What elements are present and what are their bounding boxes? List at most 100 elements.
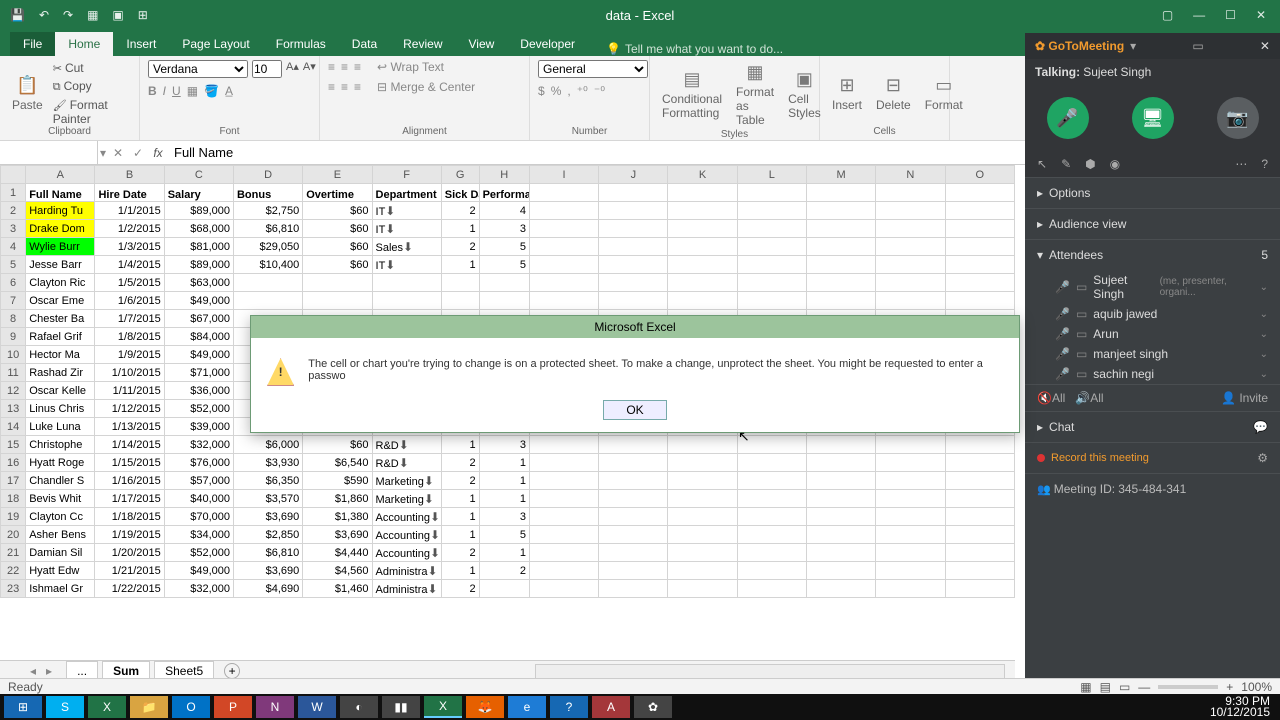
cell[interactable] [529, 454, 598, 472]
cell[interactable]: Accounting⬇ [372, 526, 441, 544]
cell[interactable]: Sales⬇ [372, 238, 441, 256]
cell[interactable]: $34,000 [164, 526, 233, 544]
cell[interactable]: 1/14/2015 [95, 436, 164, 454]
cell[interactable]: Bonus [233, 184, 302, 202]
cell[interactable]: Drake Dom [26, 220, 95, 238]
cell[interactable] [599, 562, 668, 580]
cell[interactable]: Christophe [26, 436, 95, 454]
ribbon-options-icon[interactable]: ▢ [1162, 8, 1173, 22]
tab-formulas[interactable]: Formulas [263, 32, 339, 56]
cell[interactable]: IT⬇ [372, 256, 441, 274]
column-header[interactable]: A [26, 166, 95, 184]
cell[interactable]: $49,000 [164, 292, 233, 310]
cell[interactable] [945, 292, 1014, 310]
cell[interactable]: 1/10/2015 [95, 364, 164, 382]
cell[interactable] [945, 544, 1014, 562]
column-header[interactable]: B [95, 166, 164, 184]
cell[interactable] [807, 292, 876, 310]
currency-icon[interactable]: $ [538, 84, 545, 98]
column-header[interactable]: D [233, 166, 302, 184]
column-header[interactable]: F [372, 166, 441, 184]
cell[interactable] [529, 274, 598, 292]
tab-review[interactable]: Review [390, 32, 455, 56]
cell[interactable]: Rashad Zir [26, 364, 95, 382]
number-format-select[interactable]: General [538, 60, 648, 78]
cell[interactable] [668, 508, 737, 526]
percent-icon[interactable]: % [551, 84, 562, 98]
cell[interactable]: Luke Luna [26, 418, 95, 436]
cell[interactable] [876, 256, 945, 274]
cell[interactable] [807, 220, 876, 238]
cell[interactable] [529, 508, 598, 526]
column-header[interactable]: H [479, 166, 529, 184]
cell[interactable]: $3,690 [233, 508, 302, 526]
attendee-row[interactable]: 🎤▭aquib jawed⌄ [1025, 304, 1280, 324]
cell[interactable]: $76,000 [164, 454, 233, 472]
qat-icon[interactable]: ⊞ [138, 8, 148, 22]
cell[interactable] [372, 274, 441, 292]
taskbar-outlook-icon[interactable]: O [172, 696, 210, 718]
cell[interactable]: $67,000 [164, 310, 233, 328]
cell[interactable]: $1,860 [303, 490, 372, 508]
cell[interactable] [668, 472, 737, 490]
cell[interactable]: $3,570 [233, 490, 302, 508]
taskbar-skype-icon[interactable]: S [46, 696, 84, 718]
cell[interactable]: $6,540 [303, 454, 372, 472]
cell[interactable]: $60 [303, 238, 372, 256]
cell[interactable] [737, 256, 806, 274]
cell[interactable] [599, 256, 668, 274]
cell[interactable]: 1 [441, 562, 479, 580]
cell[interactable]: $68,000 [164, 220, 233, 238]
cell[interactable] [599, 238, 668, 256]
cell[interactable] [599, 490, 668, 508]
tab-file[interactable]: File [10, 32, 55, 56]
column-header[interactable]: M [807, 166, 876, 184]
cell[interactable]: Rafael Grif [26, 328, 95, 346]
spotlight-tool-icon[interactable]: ◉ [1110, 157, 1120, 171]
cell[interactable]: Chandler S [26, 472, 95, 490]
webcam-button[interactable]: 📷 [1217, 97, 1259, 139]
cancel-icon[interactable]: ✕ [108, 146, 128, 160]
cell[interactable] [945, 184, 1014, 202]
cell[interactable] [668, 220, 737, 238]
sheet-nav-prev-icon[interactable]: ◂ [30, 664, 36, 678]
cell[interactable]: Hyatt Edw [26, 562, 95, 580]
cell[interactable]: Salary [164, 184, 233, 202]
cell[interactable] [945, 490, 1014, 508]
cell[interactable]: $40,000 [164, 490, 233, 508]
cell[interactable]: Oscar Eme [26, 292, 95, 310]
cell[interactable] [599, 184, 668, 202]
cell[interactable]: $4,440 [303, 544, 372, 562]
cell[interactable] [668, 238, 737, 256]
cell[interactable]: Department [372, 184, 441, 202]
cell[interactable]: 1/3/2015 [95, 238, 164, 256]
cell[interactable]: Administra⬇ [372, 562, 441, 580]
cell[interactable]: 1/11/2015 [95, 382, 164, 400]
column-header[interactable]: L [737, 166, 806, 184]
cell[interactable]: Clayton Cc [26, 508, 95, 526]
cell[interactable] [876, 580, 945, 598]
cell[interactable] [807, 454, 876, 472]
cell[interactable]: 2 [441, 580, 479, 598]
row-header[interactable]: 7 [1, 292, 26, 310]
conditional-formatting-button[interactable]: ▤Conditional Formatting [658, 67, 726, 122]
cell[interactable] [668, 562, 737, 580]
row-header[interactable]: 2 [1, 202, 26, 220]
cell[interactable]: Performance Score [479, 184, 529, 202]
cell[interactable] [876, 436, 945, 454]
cell[interactable]: $71,000 [164, 364, 233, 382]
cell[interactable] [668, 544, 737, 562]
cell[interactable] [876, 238, 945, 256]
cell[interactable]: $60 [303, 256, 372, 274]
cell[interactable] [737, 274, 806, 292]
align-top-icon[interactable]: ≡ [328, 60, 335, 74]
cell[interactable]: 2 [441, 238, 479, 256]
cell[interactable] [945, 526, 1014, 544]
cell[interactable]: R&D⬇ [372, 436, 441, 454]
cell[interactable] [668, 526, 737, 544]
cell[interactable] [737, 508, 806, 526]
font-color-button[interactable]: A̲ [225, 84, 233, 98]
cell[interactable] [479, 292, 529, 310]
column-header[interactable]: E [303, 166, 372, 184]
cell[interactable] [807, 472, 876, 490]
